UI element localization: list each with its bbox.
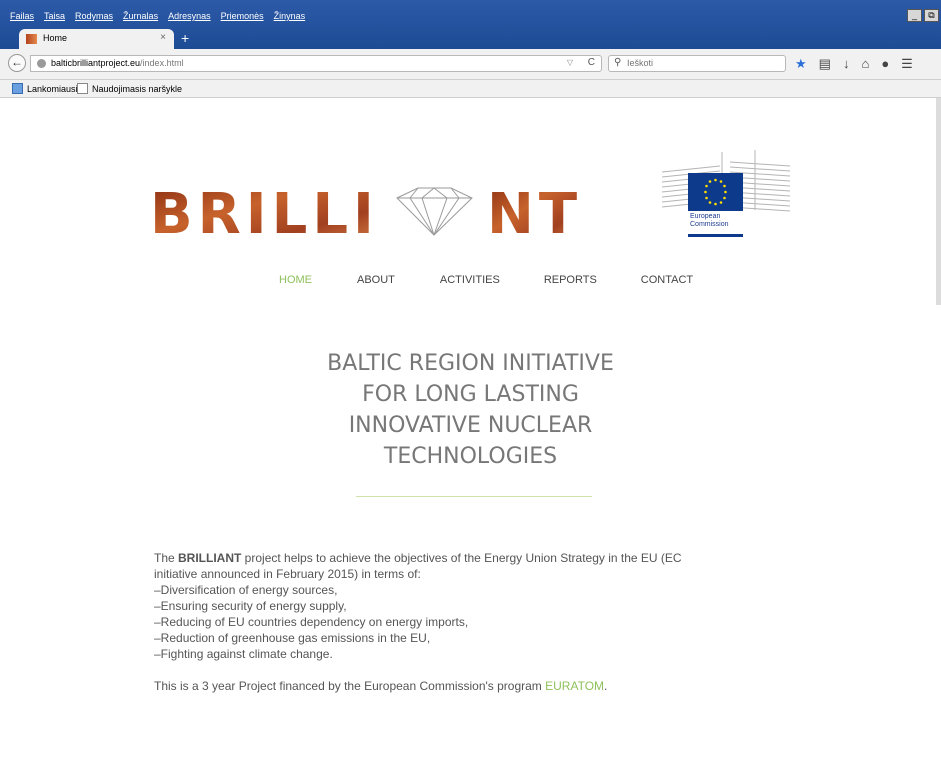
menu-history[interactable]: Žurnalas xyxy=(123,11,158,21)
financing-end: . xyxy=(604,679,608,693)
menu-bar: Failas Taisa Rodymas Žurnalas Adresynas … xyxy=(10,11,305,21)
globe-icon xyxy=(37,59,46,68)
objective-item: –Diversification of energy sources, xyxy=(154,583,338,597)
bookmark-most-visited[interactable]: Lankomiausi xyxy=(12,83,78,94)
euratom-link[interactable]: EURATOM xyxy=(545,679,604,693)
reload-icon[interactable]: C xyxy=(588,57,595,68)
toolbar-icons: ★ ▤ ↓ ⌂ ● ☰ xyxy=(795,55,913,72)
brilliant-logo[interactable]: BRILLI NT xyxy=(150,180,580,240)
page-icon xyxy=(77,83,88,94)
restore-button[interactable]: ⧉ xyxy=(924,9,939,22)
back-arrow-icon[interactable]: ← xyxy=(8,54,26,72)
search-icon: ⚲ xyxy=(614,57,622,68)
search-input[interactable] xyxy=(627,58,777,68)
navigation-toolbar: ← balticbrilliantproject.eu/index.html ▽… xyxy=(0,49,941,80)
address-bar[interactable]: balticbrilliantproject.eu/index.html ▽ C xyxy=(30,55,602,72)
ec-underline xyxy=(688,234,743,237)
url-text[interactable]: balticbrilliantproject.eu/index.html xyxy=(51,58,184,68)
nav-activities[interactable]: ACTIVITIES xyxy=(440,274,500,286)
project-name: BRILLIANT xyxy=(178,551,242,565)
menu-file[interactable]: Failas xyxy=(10,11,34,21)
objective-item: –Reducing of EU countries dependency on … xyxy=(154,615,469,629)
tab-close-icon[interactable]: × xyxy=(160,32,166,43)
financing-paragraph: This is a 3 year Project financed by the… xyxy=(154,678,774,694)
financing-text: This is a 3 year Project financed by the… xyxy=(154,679,546,693)
ec-logo-line2: Commission xyxy=(690,221,729,228)
logo-text-right: NT xyxy=(487,182,580,240)
intro-paragraph: The BRILLIANT project helps to achieve t… xyxy=(154,550,774,662)
menu-icon[interactable]: ☰ xyxy=(901,55,913,72)
main-nav: HOME ABOUT ACTIVITIES REPORTS CONTACT xyxy=(279,274,693,286)
nav-about[interactable]: ABOUT xyxy=(357,274,395,286)
hero-heading: BALTIC REGION INITIATIVE FOR LONG LASTIN… xyxy=(200,348,741,472)
diamond-icon xyxy=(396,187,473,236)
tab-title: Home xyxy=(43,33,68,43)
bookmark-star-icon[interactable]: ★ xyxy=(795,55,807,72)
chat-icon[interactable]: ● xyxy=(881,55,889,72)
ec-logo-text: European Commission xyxy=(690,213,729,229)
nav-home[interactable]: HOME xyxy=(279,274,312,286)
downloads-icon[interactable]: ↓ xyxy=(843,55,850,72)
new-tab-button[interactable]: + xyxy=(181,30,189,46)
logo-text-left: BRILLI xyxy=(150,182,379,240)
menu-edit[interactable]: Taisa xyxy=(44,11,65,21)
browser-title-bar: Failas Taisa Rodymas Žurnalas Adresynas … xyxy=(0,0,941,49)
hero-line: TECHNOLOGIES xyxy=(383,444,558,469)
menu-bookmarks[interactable]: Adresynas xyxy=(168,11,211,21)
hero-line: BALTIC REGION INITIATIVE xyxy=(327,351,614,376)
window-controls: _ ⧉ xyxy=(907,9,939,22)
objective-item: –Ensuring security of energy supply, xyxy=(154,599,347,613)
objective-item: –Fighting against climate change. xyxy=(154,647,333,661)
intro-suffix: project helps to achieve the objectives … xyxy=(241,551,682,565)
folder-icon xyxy=(12,83,23,94)
bookmarks-toolbar: Lankomiausi Naudojimasis naršykle xyxy=(0,80,941,98)
url-path: /index.html xyxy=(140,58,184,68)
home-icon[interactable]: ⌂ xyxy=(861,55,869,72)
menu-tools[interactable]: Priemonės xyxy=(221,11,264,21)
hero-line: INNOVATIVE NUCLEAR xyxy=(348,413,593,438)
search-bar[interactable]: ⚲ xyxy=(608,55,786,72)
bookmark-label: Lankomiausi xyxy=(27,83,78,94)
ec-logo-line1: European xyxy=(690,213,721,220)
intro-line-2: initiative announced in February 2015) i… xyxy=(154,567,421,581)
bookmark-label: Naudojimasis naršykle xyxy=(92,83,183,94)
menu-help[interactable]: Žinynas xyxy=(274,11,306,21)
nav-contact[interactable]: CONTACT xyxy=(641,274,693,286)
page-scrollbar[interactable] xyxy=(936,98,941,305)
intro-line-1: The BRILLIANT project helps to achieve t… xyxy=(154,550,774,566)
url-dropdown-icon[interactable]: ▽ xyxy=(567,58,573,67)
browser-tab-home[interactable]: Home × xyxy=(19,29,174,49)
site-favicon-icon xyxy=(26,34,37,44)
hero-divider xyxy=(356,496,592,497)
intro-prefix: The xyxy=(154,551,179,565)
url-domain: balticbrilliantproject.eu xyxy=(51,58,141,68)
hero-line: FOR LONG LASTING xyxy=(362,382,579,407)
minimize-button[interactable]: _ xyxy=(907,9,922,22)
european-commission-logo[interactable]: European Commission xyxy=(660,150,792,240)
objective-item: –Reduction of greenhouse gas emissions i… xyxy=(154,631,431,645)
menu-view[interactable]: Rodymas xyxy=(75,11,113,21)
intro-content: The BRILLIANT project helps to achieve t… xyxy=(154,550,774,694)
bookmark-getting-started[interactable]: Naudojimasis naršykle xyxy=(77,83,182,94)
nav-reports[interactable]: REPORTS xyxy=(544,274,597,286)
reading-list-icon[interactable]: ▤ xyxy=(819,55,831,72)
